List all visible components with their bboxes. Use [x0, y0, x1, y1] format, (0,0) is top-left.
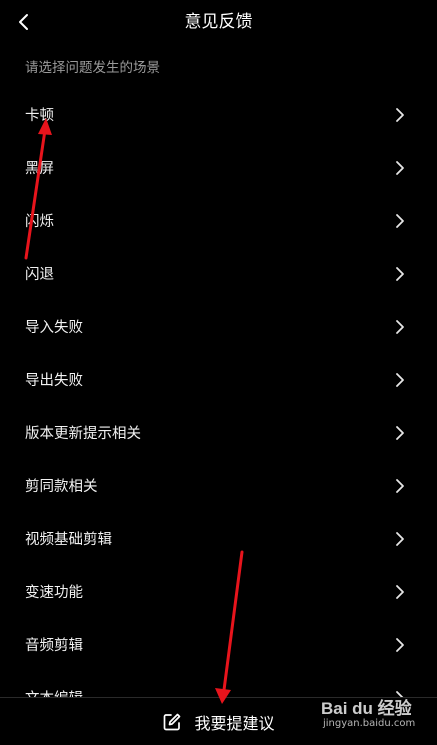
list-item-audio-edit[interactable]: 音频剪辑	[0, 618, 437, 671]
list-item-speed[interactable]: 变速功能	[0, 565, 437, 618]
chevron-right-icon	[393, 266, 407, 281]
list-item-label: 视频基础剪辑	[25, 532, 112, 548]
edit-icon	[162, 712, 182, 732]
list-item-label: 音频剪辑	[25, 638, 83, 654]
chevron-right-icon	[393, 107, 407, 122]
chevron-right-icon	[393, 213, 407, 228]
list-item-label: 剪同款相关	[25, 479, 98, 495]
list-item-basic-edit[interactable]: 视频基础剪辑	[0, 512, 437, 565]
list-item-label: 导入失败	[25, 320, 83, 336]
scene-list: 卡顿 黑屏 闪烁 闪退 导入失败 导出失败 版本更新提示相关 剪同款相关 视频基…	[0, 88, 437, 724]
list-item-lag[interactable]: 卡顿	[0, 88, 437, 141]
list-item-flicker[interactable]: 闪烁	[0, 194, 437, 247]
list-item-label: 卡顿	[25, 108, 54, 124]
chevron-right-icon	[393, 425, 407, 440]
chevron-right-icon	[393, 160, 407, 175]
list-item-label: 版本更新提示相关	[25, 426, 141, 442]
list-item-black-screen[interactable]: 黑屏	[0, 141, 437, 194]
list-item-crash[interactable]: 闪退	[0, 247, 437, 300]
chevron-right-icon	[393, 372, 407, 387]
chevron-right-icon	[393, 584, 407, 599]
suggest-button[interactable]: 我要提建议	[0, 697, 437, 745]
list-item-update-prompt[interactable]: 版本更新提示相关	[0, 406, 437, 459]
page-title: 意见反馈	[184, 12, 253, 32]
list-item-label: 闪烁	[25, 214, 54, 230]
list-item-import-failed[interactable]: 导入失败	[0, 300, 437, 353]
list-item-label: 导出失败	[25, 373, 83, 389]
list-item-export-failed[interactable]: 导出失败	[0, 353, 437, 406]
list-item-label: 变速功能	[25, 585, 83, 601]
list-item-template[interactable]: 剪同款相关	[0, 459, 437, 512]
chevron-right-icon	[393, 319, 407, 334]
suggest-label: 我要提建议	[194, 713, 275, 733]
chevron-right-icon	[393, 478, 407, 493]
chevron-right-icon	[393, 531, 407, 546]
scene-prompt: 请选择问题发生的场景	[25, 60, 160, 76]
header: 意见反馈	[0, 0, 437, 44]
list-item-label: 黑屏	[25, 161, 54, 177]
list-item-label: 闪退	[25, 267, 54, 283]
chevron-right-icon	[393, 637, 407, 652]
